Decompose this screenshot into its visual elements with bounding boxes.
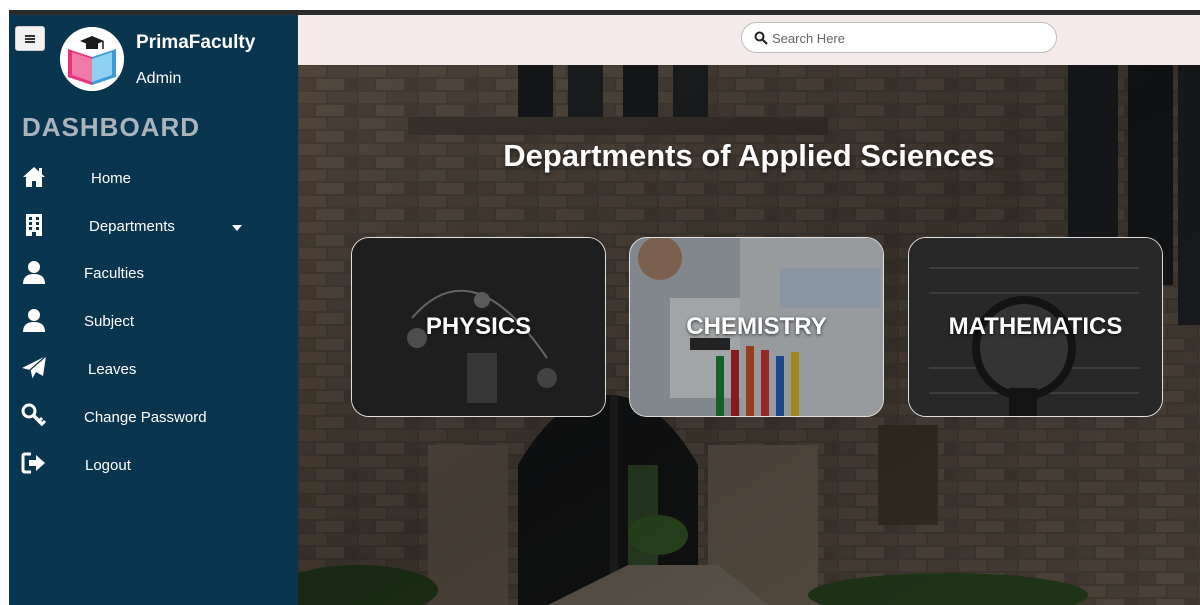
search-icon [754, 31, 768, 45]
sidebar-item-change-password[interactable]: Change Password [9, 399, 298, 439]
user-role: Admin [136, 70, 182, 87]
user-icon [23, 261, 45, 284]
sidebar-item-label: Departments [89, 218, 175, 235]
sidebar-item-label: Subject [84, 313, 135, 330]
user-icon [23, 309, 45, 332]
app-name: PrimaFaculty [136, 32, 256, 53]
department-card-mathematics[interactable]: MATHEMATICS [908, 237, 1163, 417]
caret-down-icon [232, 225, 242, 231]
paper-plane-icon [22, 355, 47, 380]
card-label: MATHEMATICS [948, 313, 1123, 340]
sign-out-icon [21, 452, 45, 474]
card-label: CHEMISTRY [686, 313, 827, 340]
building-icon [26, 214, 42, 236]
sidebar-item-label: Logout [85, 457, 131, 474]
page-title: Departments of Applied Sciences [503, 138, 995, 173]
sidebar-item-label: Faculties [84, 265, 145, 282]
department-card-chemistry[interactable]: CHEMISTRY [629, 237, 884, 417]
book-logo-icon [60, 27, 124, 91]
top-header [298, 15, 1200, 65]
home-icon [23, 167, 45, 187]
key-icon [21, 403, 47, 427]
search-input[interactable] [772, 27, 1042, 49]
search-box[interactable] [741, 22, 1057, 53]
sidebar-item-faculties[interactable]: Faculties [9, 255, 298, 295]
sidebar-item-home[interactable]: Home [9, 160, 298, 200]
sidebar-item-label: Home [91, 170, 132, 187]
hamburger-icon [25, 34, 35, 43]
sidebar-item-label: Leaves [88, 361, 137, 378]
main-content: Departments of Applied Sciences PHYSICS [298, 15, 1200, 605]
dashboard-heading: DASHBOARD [22, 112, 200, 142]
sidebar-item-leaves[interactable]: Leaves [9, 351, 298, 391]
department-card-physics[interactable]: PHYSICS [351, 237, 606, 417]
sidebar-item-subject[interactable]: Subject [9, 303, 298, 343]
hero-section: Departments of Applied Sciences PHYSICS [298, 65, 1200, 605]
sidebar-item-logout[interactable]: Logout [9, 447, 298, 487]
card-label: PHYSICS [425, 313, 532, 340]
sidebar-item-label: Change Password [84, 409, 207, 426]
sidebar: PrimaFaculty Admin DASHBOARD Home Depart… [9, 15, 298, 605]
sidebar-item-departments[interactable]: Departments [9, 208, 298, 248]
menu-toggle-button[interactable] [15, 26, 45, 51]
app-logo [60, 27, 124, 91]
